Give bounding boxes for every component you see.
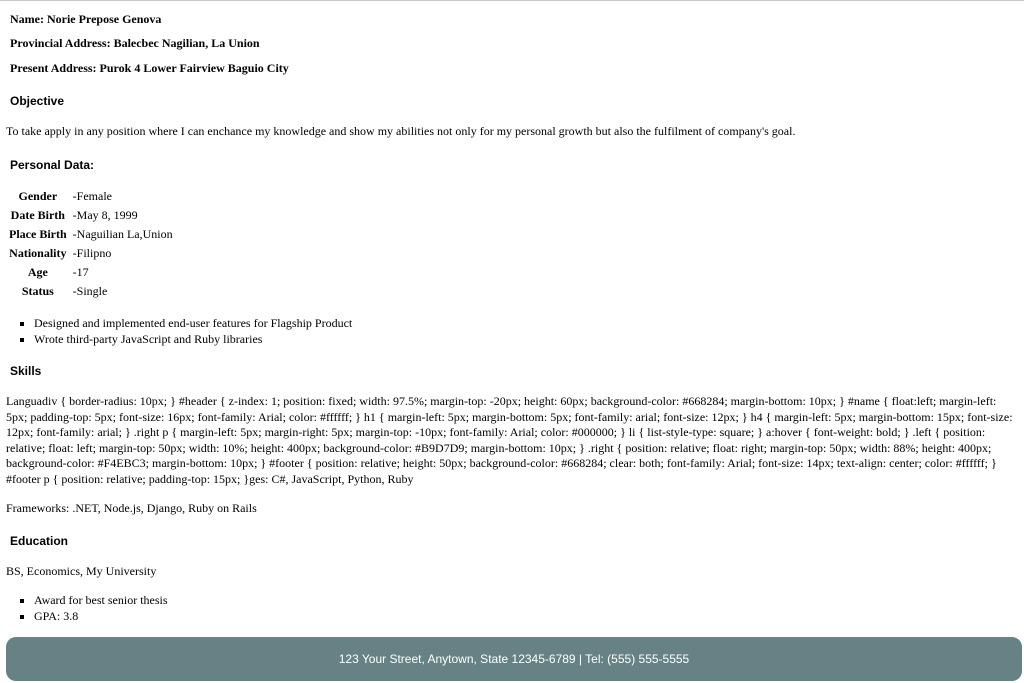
personal-data-table: Gender -Female Date Birth -May 8, 1999 P… [6, 187, 176, 301]
footer: 123 Your Street, Anytown, State 12345-67… [6, 637, 1022, 681]
personal-label: Place Birth [9, 227, 67, 241]
present-address-line: Present Address: Purok 4 Lower Fairview … [10, 61, 289, 75]
personal-label: Status [21, 284, 54, 298]
list-item: Award for best senior thesis [34, 593, 168, 609]
name-line: Name: Norie Prepose Genova [10, 12, 162, 26]
personal-data-heading: Personal Data: [10, 158, 95, 172]
footer-contact-text: 123 Your Street, Anytown, State 12345-67… [338, 652, 690, 666]
list-item: Designed and implemented end-user featur… [34, 316, 352, 332]
personal-row-status: Status -Single [6, 282, 176, 301]
personal-value: -May 8, 1999 [72, 208, 138, 222]
personal-label: Gender [18, 189, 58, 203]
objective-text: To take apply in any position where I ca… [6, 124, 796, 138]
skills-heading: Skills [10, 364, 42, 378]
work-bullet-list: Designed and implemented end-user featur… [16, 316, 352, 347]
provincial-address-line: Provincial Address: Balecbec Nagilian, L… [10, 36, 260, 50]
skills-frameworks-text: Frameworks: .NET, Node.js, Django, Ruby … [6, 501, 257, 515]
list-item: GPA: 3.8 [34, 609, 168, 625]
personal-label: Age [27, 265, 48, 279]
personal-value: -17 [72, 265, 89, 279]
education-degree: BS, Economics, My University [6, 564, 157, 578]
personal-label: Date Birth [10, 208, 65, 222]
personal-value: -Female [72, 189, 112, 203]
personal-value: -Filipno [72, 246, 112, 260]
personal-row-gender: Gender -Female [6, 187, 176, 206]
personal-row-age: Age -17 [6, 263, 176, 282]
personal-row-nationality: Nationality -Filipno [6, 244, 176, 263]
personal-value: -Naguilian La,Union [72, 227, 173, 241]
education-heading: Education [10, 534, 69, 548]
list-item: Wrote third-party JavaScript and Ruby li… [34, 332, 352, 348]
skills-languages-text: Languadiv { border-radius: 10px; } #head… [6, 394, 1013, 486]
objective-heading: Objective [10, 94, 65, 108]
personal-label: Nationality [9, 246, 67, 260]
personal-row-date-birth: Date Birth -May 8, 1999 [6, 206, 176, 225]
personal-row-place-birth: Place Birth -Naguilian La,Union [6, 225, 176, 244]
education-bullet-list: Award for best senior thesis GPA: 3.8 [16, 593, 168, 624]
personal-value: -Single [72, 284, 108, 298]
